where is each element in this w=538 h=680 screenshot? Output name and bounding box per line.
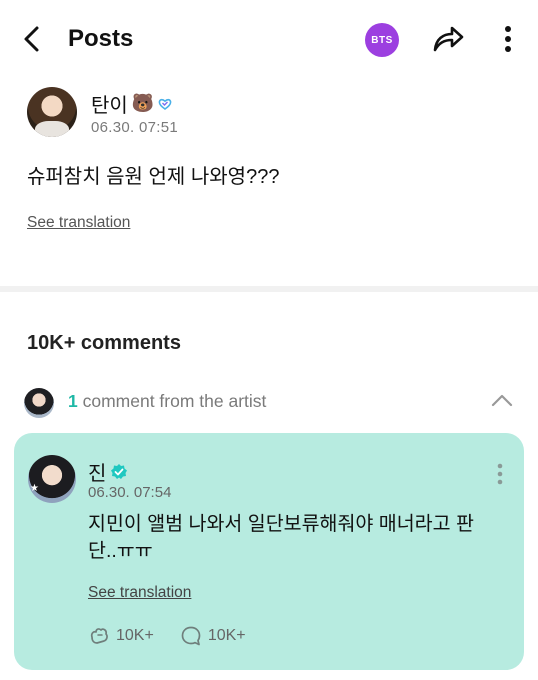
- like-icon: [90, 628, 108, 644]
- comment-actions: 10K+ 10K+: [88, 625, 246, 647]
- post-author-name[interactable]: 탄이: [91, 89, 128, 118]
- comment-more-icon[interactable]: [493, 461, 507, 487]
- fan-heart-badge-icon: [158, 98, 172, 110]
- artist-avatar: [24, 388, 54, 418]
- like-count: 10K+: [116, 627, 154, 644]
- comment-timestamp: 06.30. 07:54: [88, 484, 172, 501]
- reply-count: 10K+: [207, 627, 246, 644]
- reply-button[interactable]: 10K+: [180, 625, 246, 647]
- artist-comments-toggle[interactable]: 1 comment from the artist: [24, 386, 514, 418]
- comment-see-translation-link[interactable]: See translation: [88, 584, 191, 602]
- share-icon: [433, 26, 464, 52]
- section-divider: [0, 286, 538, 292]
- comment-author-row: 진: [88, 457, 128, 486]
- artist-star-icon: ★: [30, 483, 39, 494]
- comments-count-heading: 10K+ comments: [27, 332, 181, 354]
- share-button[interactable]: [430, 22, 466, 56]
- post-author-avatar[interactable]: [27, 87, 77, 137]
- post-body-text: 슈퍼참치 음원 언제 나와영???: [27, 166, 280, 188]
- verified-icon: [111, 463, 128, 479]
- comment-author-avatar[interactable]: [28, 455, 76, 503]
- comment-body-text: 지민이 앨범 나와서 일단보류해줘야 매너라고 판단..ㅠㅠ: [88, 513, 474, 562]
- post-timestamp: 06.30. 07:51: [91, 119, 179, 136]
- page-title: Posts: [68, 25, 134, 52]
- post-see-translation-link[interactable]: See translation: [27, 214, 130, 232]
- chevron-up-icon[interactable]: [490, 392, 514, 408]
- artist-comment-label: comment from the artist: [82, 391, 267, 411]
- post-author-row: 탄이 🐻: [91, 89, 172, 118]
- artist-comment-card: ★ 진 06.30. 07:54 지민이 앨범 나와서 일단보류해줘야 매너라고…: [14, 433, 524, 670]
- community-badge[interactable]: BTS: [365, 23, 399, 57]
- artist-comment-count: 1: [68, 391, 78, 411]
- comment-author-name[interactable]: 진: [88, 457, 106, 486]
- top-bar: Posts BTS: [0, 0, 538, 78]
- back-button[interactable]: [18, 24, 48, 54]
- reply-icon: [181, 626, 201, 646]
- more-vertical-icon: [505, 26, 511, 52]
- artist-comment-summary: 1 comment from the artist: [68, 391, 266, 412]
- bear-emoji: 🐻: [131, 93, 155, 113]
- back-arrow-icon: [24, 26, 39, 52]
- more-options-button[interactable]: [496, 22, 520, 56]
- like-button[interactable]: 10K+: [88, 625, 154, 647]
